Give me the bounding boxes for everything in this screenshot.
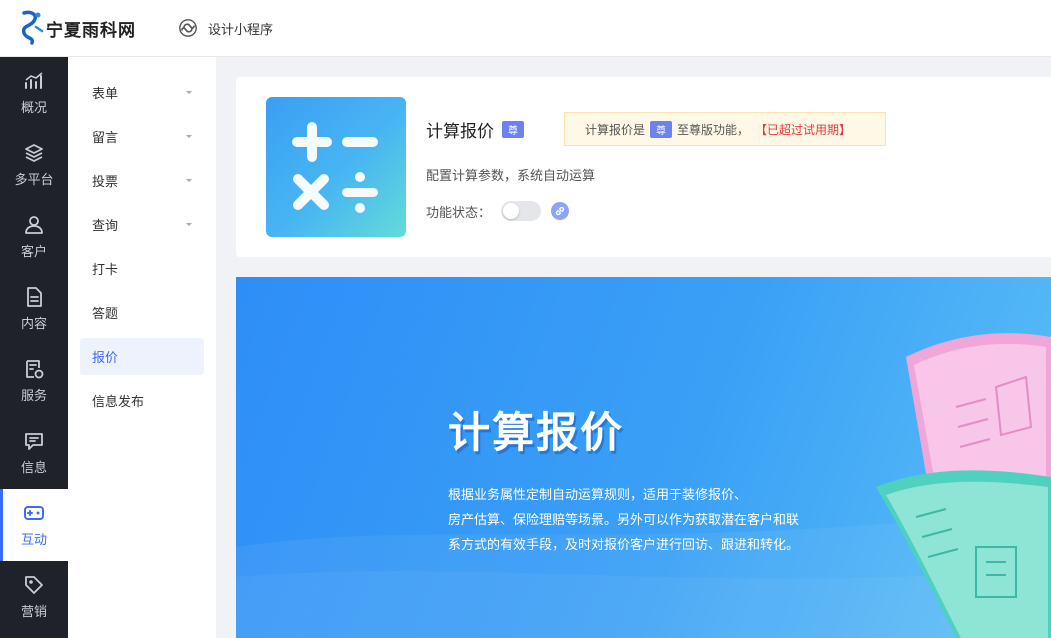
nav-label: 信息: [20, 461, 47, 476]
subnav-item-query[interactable]: 查询: [80, 206, 204, 243]
nav-label: 服务: [20, 389, 47, 404]
banner-line: 系方式的有效手段，及时对报价客户进行回访、跟进和转化。: [448, 538, 800, 553]
flying-papers-illustration: [876, 333, 1051, 638]
caret-down-icon: [186, 91, 192, 94]
caret-down-icon: [186, 223, 192, 226]
subnav-label: 表单: [92, 87, 119, 102]
message-icon: [25, 433, 43, 450]
status-label: 功能状态：: [426, 205, 492, 221]
subnav-label: 答题: [92, 307, 119, 322]
subnav-label: 报价: [92, 351, 119, 366]
feature-banner: 计算报价 根据业务属性定制自动运算规则，适用于装修报价、 房产估算、保险理赔等场…: [236, 277, 1051, 638]
nav-label: 概况: [20, 101, 47, 116]
user-icon: [25, 216, 43, 234]
subnav-label: 信息发布: [92, 395, 145, 410]
feature-title-row: 计算报价 尊: [426, 117, 524, 142]
feature-status-toggle[interactable]: [501, 201, 542, 221]
sub-nav: 表单 留言 投票 查询 打卡 答题 报价 信息发布: [68, 57, 216, 638]
nav-item-overview[interactable]: 概况: [0, 57, 68, 129]
feature-card: 计算报价 尊 计算报价是 尊 至尊版功能， 【已超过试用期】 配置计算参数，系统…: [236, 77, 1051, 257]
subnav-label: 打卡: [92, 263, 119, 278]
notice-prefix: 计算报价是: [585, 122, 646, 137]
subnav-label: 投票: [92, 175, 119, 190]
nav-label: 客户: [20, 245, 47, 260]
toggle-knob: [503, 203, 520, 219]
gamepad-icon: [24, 506, 44, 520]
subnav-item-message[interactable]: 留言: [80, 118, 204, 155]
calculator-app-icon: [266, 97, 406, 237]
nav-label: 营销: [20, 605, 47, 620]
feature-status-row: 功能状态：: [426, 201, 570, 221]
banner-line: 根据业务属性定制自动运算规则，适用于装修报价、: [448, 488, 748, 503]
feature-description: 配置计算参数，系统自动运算: [426, 169, 596, 184]
premium-badge: 尊: [650, 120, 673, 138]
subnav-item-quiz[interactable]: 答题: [80, 294, 204, 331]
link-button[interactable]: [551, 202, 570, 220]
main-nav: 概况 多平台 客户 内容 服务 信息 互动 营销: [0, 57, 68, 638]
service-settings-icon: [26, 360, 44, 379]
subnav-item-quote[interactable]: 报价: [80, 338, 204, 375]
top-header: 宁夏雨科网 设计小程序: [0, 0, 1051, 57]
nav-item-service[interactable]: 服务: [0, 345, 68, 417]
subnav-item-form[interactable]: 表单: [80, 74, 204, 111]
tag-icon: [25, 576, 43, 594]
link-icon: [555, 206, 565, 216]
subnav-item-info-publish[interactable]: 信息发布: [80, 382, 204, 419]
miniprogram-icon: [179, 19, 197, 37]
layers-icon: [25, 144, 43, 162]
nav-item-interaction[interactable]: 互动: [0, 489, 68, 561]
logo-mark-icon: [21, 10, 44, 45]
document-icon: [27, 287, 42, 307]
math-operators-icon: [292, 122, 378, 213]
subnav-label: 留言: [92, 131, 119, 146]
subnav-item-vote[interactable]: 投票: [80, 162, 204, 199]
chart-trend-icon: [25, 72, 43, 89]
subnav-item-checkin[interactable]: 打卡: [80, 250, 204, 287]
nav-item-content[interactable]: 内容: [0, 273, 68, 345]
banner-line: 房产估算、保险理赔等场景。另外可以作为获取潜在客户和联: [448, 513, 800, 528]
design-link-label: 设计小程序: [208, 22, 274, 38]
brand-logo[interactable]: 宁夏雨科网: [18, 9, 168, 47]
trial-expired-text: 【已超过试用期】: [755, 122, 852, 137]
design-miniprogram-link[interactable]: 设计小程序: [178, 18, 273, 38]
subnav-label: 查询: [92, 219, 119, 234]
banner-description: 根据业务属性定制自动运算规则，适用于装修报价、 房产估算、保险理赔等场景。另外可…: [448, 483, 848, 558]
nav-item-multiplatform[interactable]: 多平台: [0, 129, 68, 201]
nav-item-marketing[interactable]: 营销: [0, 561, 68, 633]
nav-label: 多平台: [14, 173, 54, 188]
nav-label: 互动: [20, 533, 47, 548]
logo-text: 宁夏雨科网: [46, 20, 136, 41]
caret-down-icon: [186, 179, 192, 182]
trial-notice: 计算报价是 尊 至尊版功能， 【已超过试用期】: [564, 112, 886, 146]
nav-item-customer[interactable]: 客户: [0, 201, 68, 273]
nav-label: 内容: [20, 317, 47, 332]
caret-down-icon: [186, 135, 192, 138]
notice-suffix: 至尊版功能，: [677, 122, 750, 137]
feature-title: 计算报价: [426, 122, 494, 142]
nav-item-message[interactable]: 信息: [0, 417, 68, 489]
banner-title: 计算报价: [448, 408, 625, 457]
premium-badge: 尊: [502, 121, 524, 138]
